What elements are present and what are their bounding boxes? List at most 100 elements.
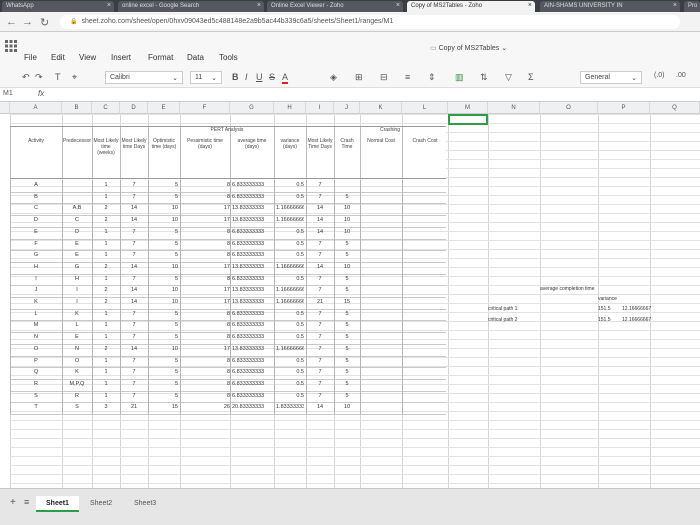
table-cell[interactable]: 7 xyxy=(308,240,332,249)
table-cell[interactable]: 0.5 xyxy=(276,392,304,401)
table-cell[interactable]: 0.5 xyxy=(276,193,304,202)
table-cell[interactable]: 2 xyxy=(94,263,118,272)
table-cell[interactable]: 14 xyxy=(308,263,332,272)
table-cell[interactable]: 14 xyxy=(122,263,146,272)
table-cell[interactable]: 10 xyxy=(336,228,358,237)
table-cell[interactable]: 5 xyxy=(336,357,358,366)
table-cell[interactable]: E xyxy=(64,240,90,249)
table-cell[interactable]: 7 xyxy=(122,368,146,377)
table-cell[interactable]: 1.833333333 xyxy=(276,403,304,412)
menu-view[interactable]: View xyxy=(79,53,96,62)
table-cell[interactable]: 1 xyxy=(94,368,118,377)
decimal-decrease-icon[interactable]: (.0) xyxy=(654,72,665,79)
table-cell[interactable]: 2 xyxy=(94,345,118,354)
activity-cell[interactable]: R xyxy=(12,380,60,389)
table-cell[interactable]: 10 xyxy=(150,286,178,295)
activity-cell[interactable]: B xyxy=(12,193,60,202)
table-cell[interactable]: 7 xyxy=(308,380,332,389)
column-header-o[interactable]: O xyxy=(540,102,598,114)
font-family-select[interactable]: Calibri ⌄ xyxy=(105,71,183,84)
chart-icon[interactable]: ▥ xyxy=(455,72,464,83)
column-header-f[interactable]: F xyxy=(180,102,230,114)
column-header-p[interactable]: P xyxy=(598,102,650,114)
table-cell[interactable]: 1.166666666 xyxy=(276,263,304,272)
close-icon[interactable]: × xyxy=(396,2,400,9)
table-cell[interactable]: 7 xyxy=(308,251,332,260)
menu-edit[interactable]: Edit xyxy=(51,53,65,62)
table-cell[interactable]: 0.5 xyxy=(276,321,304,330)
table-cell[interactable]: A,B xyxy=(64,204,90,213)
filter-icon[interactable]: ▽ xyxy=(505,72,512,83)
column-header-d[interactable]: D xyxy=(120,102,148,114)
column-header-a[interactable]: A xyxy=(10,102,62,114)
reload-icon[interactable]: ↻ xyxy=(40,16,49,29)
table-cell[interactable]: 7 xyxy=(122,380,146,389)
table-cell[interactable]: 0.5 xyxy=(276,357,304,366)
activity-cell[interactable]: A xyxy=(12,181,60,190)
table-cell[interactable]: 5 xyxy=(336,380,358,389)
table-cell[interactable]: 10 xyxy=(150,298,178,307)
menu-tools[interactable]: Tools xyxy=(219,53,238,62)
table-cell[interactable]: 5 xyxy=(336,368,358,377)
menu-file[interactable]: File xyxy=(24,53,37,62)
sheet-tab-sheet1[interactable]: Sheet1 xyxy=(36,496,79,512)
table-cell[interactable]: 10 xyxy=(150,204,178,213)
table-cell[interactable]: 1 xyxy=(94,193,118,202)
table-cell[interactable]: 14 xyxy=(122,345,146,354)
table-cell[interactable]: 0.5 xyxy=(276,380,304,389)
cell-reference[interactable]: M1 xyxy=(3,90,13,97)
activity-cell[interactable]: T xyxy=(12,403,60,412)
table-cell[interactable]: E xyxy=(64,251,90,260)
table-cell[interactable]: 5 xyxy=(336,275,358,284)
menu-format[interactable]: Format xyxy=(148,53,173,62)
table-cell[interactable]: C xyxy=(64,216,90,225)
table-cell[interactable]: 1 xyxy=(94,357,118,366)
table-cell[interactable]: 0.5 xyxy=(276,181,304,190)
table-cell[interactable]: 8 xyxy=(182,240,230,249)
table-cell[interactable]: 6.833333333 xyxy=(232,380,272,389)
table-cell[interactable]: 7 xyxy=(308,333,332,342)
activity-cell[interactable]: P xyxy=(12,357,60,366)
table-cell[interactable]: 5 xyxy=(336,345,358,354)
browser-tab[interactable]: Pro xyxy=(684,1,700,12)
table-cell[interactable]: 1.166666666 xyxy=(276,286,304,295)
table-cell[interactable]: 5 xyxy=(150,321,178,330)
column-header-m[interactable]: M xyxy=(448,102,488,114)
add-sheet-button[interactable]: + xyxy=(10,497,16,508)
table-cell[interactable]: 1.166666666 xyxy=(276,216,304,225)
table-cell[interactable]: 15 xyxy=(336,298,358,307)
activity-cell[interactable]: K xyxy=(12,298,60,307)
activity-cell[interactable]: J xyxy=(12,286,60,295)
table-cell[interactable]: 8 xyxy=(182,357,230,366)
table-cell[interactable]: 7 xyxy=(122,240,146,249)
table-cell[interactable]: 5 xyxy=(150,357,178,366)
table-cell[interactable]: 5 xyxy=(336,321,358,330)
table-cell[interactable]: 14 xyxy=(308,216,332,225)
critical-path-1-label[interactable]: critical path 1 xyxy=(488,305,548,314)
clear-format-icon[interactable]: T xyxy=(55,72,61,82)
table-cell[interactable]: 6.833333333 xyxy=(232,357,272,366)
select-all-corner[interactable] xyxy=(0,102,10,114)
activity-cell[interactable]: M xyxy=(12,321,60,330)
table-cell[interactable]: 6.833333333 xyxy=(232,228,272,237)
sheet-tab-sheet2[interactable]: Sheet2 xyxy=(80,496,122,512)
table-cell[interactable]: 13.83333333 xyxy=(232,345,272,354)
table-cell[interactable]: 1 xyxy=(94,240,118,249)
table-cell[interactable]: 21 xyxy=(308,298,332,307)
table-cell[interactable]: 0.5 xyxy=(276,275,304,284)
redo-icon[interactable]: ↷ xyxy=(35,72,43,83)
table-cell[interactable]: 1.166666666 xyxy=(276,345,304,354)
table-cell[interactable]: 6.833333333 xyxy=(232,193,272,202)
table-cell[interactable]: 5 xyxy=(150,240,178,249)
table-cell[interactable]: 14 xyxy=(122,286,146,295)
column-header-e[interactable]: E xyxy=(148,102,180,114)
table-cell[interactable]: 7 xyxy=(308,181,332,190)
activity-cell[interactable]: Q xyxy=(12,368,60,377)
browser-tab[interactable]: online excel - Google Search × xyxy=(118,1,264,12)
table-cell[interactable]: 8 xyxy=(182,228,230,237)
table-cell[interactable]: 8 xyxy=(182,251,230,260)
table-cell[interactable]: 6.833333333 xyxy=(232,240,272,249)
table-cell[interactable]: 7 xyxy=(308,392,332,401)
column-header-b[interactable]: B xyxy=(62,102,92,114)
table-cell[interactable]: 0.5 xyxy=(276,240,304,249)
